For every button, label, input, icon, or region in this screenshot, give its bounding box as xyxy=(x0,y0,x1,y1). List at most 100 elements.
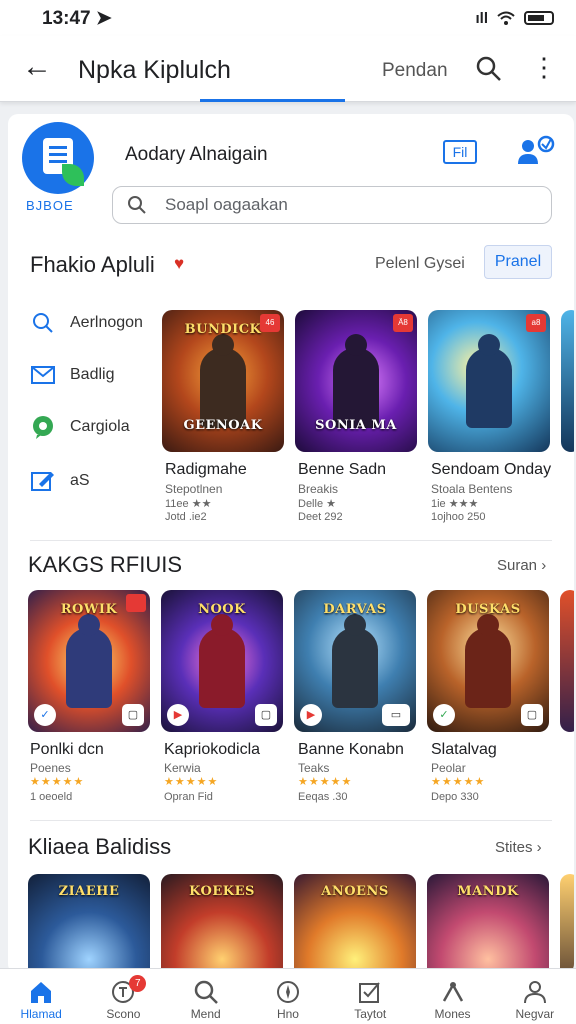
checkbox-icon xyxy=(359,982,381,1003)
nav-label: Hlamad xyxy=(20,1007,62,1021)
game-sub: Stepotlnen xyxy=(165,482,223,496)
install-icon[interactable]: ▢ xyxy=(122,704,144,726)
app-logo xyxy=(22,122,94,194)
section1-subtitle[interactable]: Pelenl Gysei xyxy=(375,255,465,273)
divider xyxy=(30,540,552,541)
game-tile-sendoam-onday[interactable]: a8 xyxy=(428,310,550,452)
fn-button[interactable]: Fil xyxy=(443,140,477,164)
section3-see-more-link[interactable]: Stites › xyxy=(495,839,542,856)
search-input[interactable]: Soapl oagaakan xyxy=(112,186,552,224)
game-tile-benne-sadn[interactable]: SONIA MA Ä8 xyxy=(295,310,417,452)
game-tile-ziaehe[interactable]: ZIAEHE xyxy=(28,874,150,974)
status-bar: 13:47 ➤ ıll xyxy=(0,0,576,36)
game-tile-kapriokodicla[interactable]: NOOK ▶ ▢ xyxy=(161,590,283,732)
section2-title: KAKGS RFIUIS xyxy=(28,552,183,577)
home-icon xyxy=(31,982,52,1003)
pranel-button[interactable]: Pranel xyxy=(484,245,552,279)
side-item-badlig[interactable]: Badlig xyxy=(30,360,170,390)
nav-label: Mones xyxy=(434,1007,471,1021)
game-meta: Eeqas .30 xyxy=(298,791,348,803)
game-banner-text: DUSKAS xyxy=(455,602,521,617)
game-banner-text: MANDK xyxy=(457,884,519,899)
game-tile-mandk[interactable]: MANDK xyxy=(427,874,549,974)
nav-scono[interactable]: 7 Scono xyxy=(82,969,164,1024)
tab-indicator xyxy=(200,99,345,102)
game-badge: 46 xyxy=(260,314,280,332)
person-icon xyxy=(523,981,546,1004)
side-item-aerlnogon[interactable]: Aerlnogon xyxy=(30,308,170,338)
game-banner-text: KOEKES xyxy=(189,884,255,899)
install-icon[interactable]: ▢ xyxy=(255,704,277,726)
game-tile-partial[interactable] xyxy=(561,310,574,452)
side-item-label: aS xyxy=(70,472,90,489)
game-sub: Peolar xyxy=(431,761,466,775)
verified-icon: ✓ xyxy=(34,704,56,726)
chat-icon xyxy=(33,416,53,439)
search-icon[interactable] xyxy=(474,54,504,84)
game-stars: ★★★★★ xyxy=(164,776,219,788)
edit-icon xyxy=(31,472,54,491)
game-name: Sendoam Onday xyxy=(431,461,552,478)
install-icon[interactable]: ▢ xyxy=(521,704,543,726)
game-sub: Stoala Bentens xyxy=(431,482,513,496)
game-caption-text: GEENOAK xyxy=(183,418,263,433)
game-banner-text: ANOENS xyxy=(321,884,389,899)
game-tile-radigmahe[interactable]: BUNDICK GEENOAK 46 xyxy=(162,310,284,452)
nav-negvar[interactable]: Negvar xyxy=(494,969,576,1024)
side-item-cargiola[interactable]: Cargiola xyxy=(30,412,170,442)
mail-icon xyxy=(31,366,55,384)
nav-mones[interactable]: Mones xyxy=(411,969,493,1024)
game-tile-banne-konabn[interactable]: DARVAS ▶ ▭ xyxy=(294,590,416,732)
game-banner-text: DARVAS xyxy=(323,602,387,617)
person-add-icon[interactable] xyxy=(514,134,558,168)
game-tile-slatalvag[interactable]: DUSKAS ✓ ▢ xyxy=(427,590,549,732)
status-icons: ıll xyxy=(475,10,554,27)
game-meta: Opran Fid xyxy=(164,791,213,803)
game-name: Kapriokodicla xyxy=(164,741,261,758)
section3-title: Kliaea Balidiss xyxy=(28,834,172,859)
play-icon: ▶ xyxy=(300,704,322,726)
nav-label: Mend xyxy=(190,1007,221,1021)
battery-icon xyxy=(524,11,554,25)
divider xyxy=(30,820,552,821)
game-stars: ★★★★★ xyxy=(30,776,85,788)
game-badge: a8 xyxy=(526,314,546,332)
nav-home[interactable]: Hlamad xyxy=(0,969,82,1024)
tab-pendan[interactable]: Pendan xyxy=(382,60,448,82)
game-badge xyxy=(126,594,146,612)
more-vert-icon[interactable]: ⋮ xyxy=(531,52,557,82)
game-badge: Ä8 xyxy=(393,314,413,332)
nav-label: Negvar xyxy=(515,1007,555,1021)
game-tile-partial[interactable] xyxy=(560,590,574,732)
game-name: Banne Konabn xyxy=(298,741,404,758)
back-arrow-icon[interactable]: ← xyxy=(22,52,52,82)
game-stars: ★★★★★ xyxy=(298,776,353,788)
logo-caption: BJBOE xyxy=(26,198,74,213)
section1-title: Fhakio Apluli xyxy=(30,252,155,277)
game-banner-text: ZIAEHE xyxy=(58,884,120,899)
nav-taytot[interactable]: Taytot xyxy=(329,969,411,1024)
nav-label: Taytot xyxy=(354,1007,387,1021)
app-title: Npka Kiplulch xyxy=(78,56,231,84)
game-tile-ponlki-dcn[interactable]: ROWIK ✓ ▢ xyxy=(28,590,150,732)
game-tile-partial[interactable] xyxy=(560,874,574,974)
heart-icon[interactable]: ♥ xyxy=(174,254,184,274)
section2-see-more-link[interactable]: Suran › xyxy=(497,557,546,574)
check-icon: ✓ xyxy=(433,704,455,726)
game-meta: 1 oeoeld xyxy=(30,791,73,803)
game-tile-anoens[interactable]: ANOENS xyxy=(294,874,416,974)
side-item-as[interactable]: aS xyxy=(30,466,170,496)
side-item-label: Aerlnogon xyxy=(70,314,143,331)
game-tile-koekes[interactable]: KOEKES xyxy=(161,874,283,974)
nav-hno[interactable]: Hno xyxy=(247,969,329,1024)
search-icon xyxy=(33,313,53,333)
game-name: Slatalvag xyxy=(431,741,497,758)
side-item-label: Badlig xyxy=(70,366,115,383)
nav-mend[interactable]: Mend xyxy=(165,969,247,1024)
game-name: Ponlki dcn xyxy=(30,741,104,758)
install-icon[interactable]: ▭ xyxy=(382,704,410,726)
bottom-nav: Hlamad 7 Scono Mend Hno Taytot Mones Neg… xyxy=(0,968,576,1024)
search-icon xyxy=(128,196,146,214)
location-icon: ➤ xyxy=(95,7,112,29)
nav-label: Scono xyxy=(106,1007,141,1021)
